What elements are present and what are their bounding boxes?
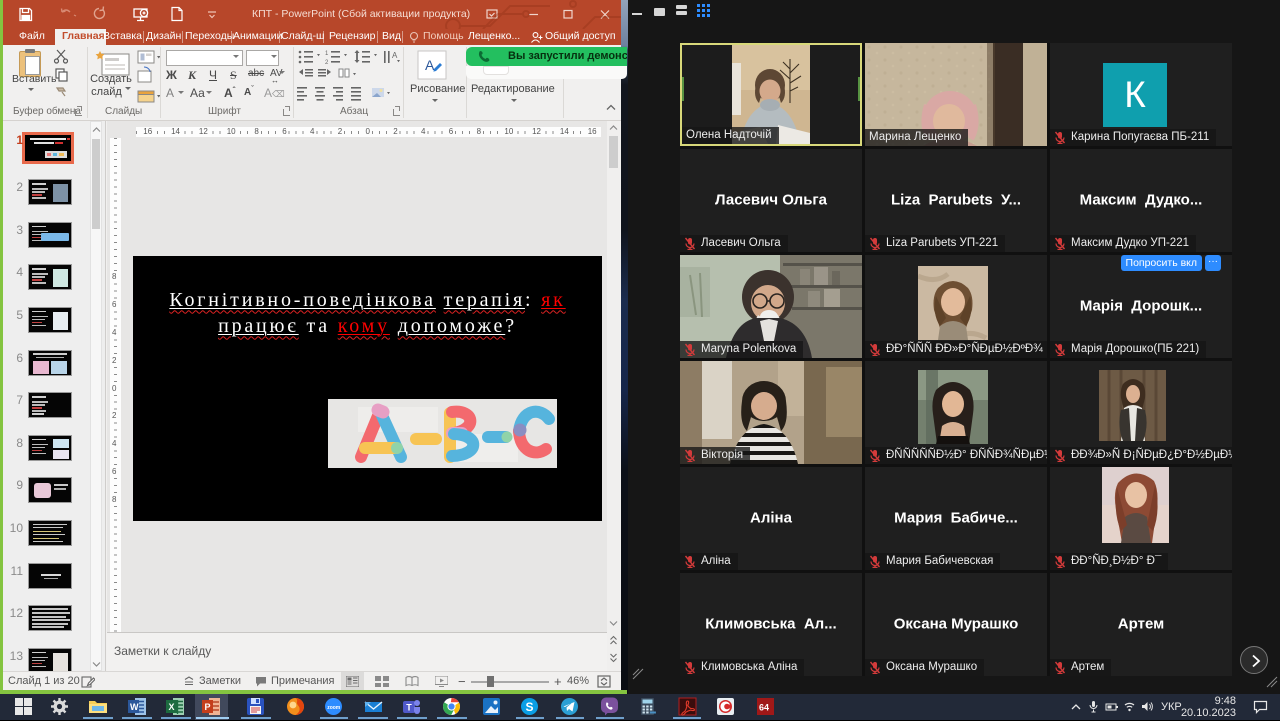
svg-text:1: 1 — [325, 51, 329, 57]
svg-text:T: T — [406, 703, 412, 713]
svg-text:64: 64 — [759, 703, 769, 713]
svg-text:S: S — [526, 700, 534, 714]
svg-text:А: А — [425, 57, 435, 73]
svg-text:X: X — [169, 702, 175, 712]
svg-text:P: P — [205, 702, 211, 712]
svg-text:zoom: zoom — [327, 705, 341, 711]
svg-text:W: W — [130, 702, 139, 712]
svg-text:2: 2 — [325, 60, 329, 66]
svg-text:А: А — [392, 51, 398, 60]
